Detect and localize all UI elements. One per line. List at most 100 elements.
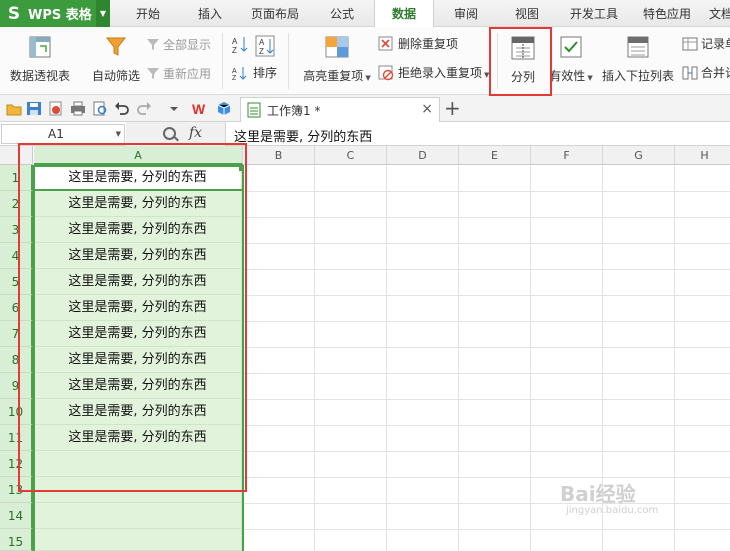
funnel-refresh-icon (146, 67, 160, 81)
column-header-f[interactable]: F (531, 146, 603, 165)
undo-icon[interactable] (114, 101, 130, 116)
document-tab[interactable]: 工作簿1 * × (240, 97, 440, 122)
new-tab-icon[interactable]: + (444, 96, 461, 120)
row-header[interactable]: 1 (0, 165, 33, 191)
record-form-button[interactable]: 记录单 (682, 35, 730, 52)
fill-handle[interactable] (239, 166, 244, 171)
column-header-g[interactable]: G (603, 146, 675, 165)
tab-page-layout[interactable]: 页面布局 (245, 0, 305, 27)
row-header[interactable]: 10 (0, 399, 33, 425)
redo-icon[interactable] (136, 101, 152, 116)
print-icon[interactable] (70, 101, 86, 116)
save-icon[interactable] (26, 101, 42, 116)
customize-dropdown-icon[interactable] (166, 101, 182, 116)
formula-tools (126, 122, 226, 146)
row-header[interactable]: 6 (0, 295, 33, 321)
row-header[interactable]: 3 (0, 217, 33, 243)
tab-view[interactable]: 视图 (505, 0, 549, 27)
autofilter-button[interactable]: 自动筛选 (90, 35, 142, 84)
cube-icon[interactable] (216, 101, 232, 116)
cell-a3[interactable]: 这里是需要, 分列的东西 (34, 217, 242, 243)
cell-a14[interactable] (34, 503, 242, 529)
column-header-d[interactable]: D (387, 146, 459, 165)
highlight-duplicates-button[interactable]: 高亮重复项 ▼ (300, 35, 374, 84)
row-header[interactable]: 2 (0, 191, 33, 217)
tab-home[interactable]: 开始 (126, 0, 170, 27)
gridline (386, 165, 387, 551)
funnel-small-icon (146, 38, 160, 52)
name-box[interactable]: A1 ▼ (1, 124, 125, 144)
tab-review[interactable]: 审阅 (444, 0, 488, 27)
tab-data[interactable]: 数据 (374, 0, 434, 28)
pivot-table-button[interactable]: 数据透视表 (8, 35, 72, 84)
sort-ascending-button[interactable]: AZ (231, 35, 249, 55)
tab-document[interactable]: 文档 (706, 0, 730, 27)
tab-special[interactable]: 特色应用 (636, 0, 698, 27)
reject-duplicates-button[interactable]: 拒绝录入重复项 ▼ (378, 64, 489, 81)
cell-a9[interactable]: 这里是需要, 分列的东西 (34, 373, 242, 399)
merge-calc-label: 合并计 (701, 66, 730, 80)
pivot-table-label: 数据透视表 (9, 69, 70, 83)
row-header[interactable]: 4 (0, 243, 33, 269)
cell-a4[interactable]: 这里是需要, 分列的东西 (34, 243, 242, 269)
validity-button[interactable]: 有效性 ▼ (546, 35, 596, 84)
name-box-dropdown-icon[interactable]: ▼ (116, 125, 121, 143)
show-all-label: 全部显示 (163, 38, 212, 52)
cell-a1[interactable]: 这里是需要, 分列的东西 (34, 165, 242, 191)
gridline (530, 165, 531, 551)
cell-a10[interactable]: 这里是需要, 分列的东西 (34, 399, 242, 425)
zoom-icon[interactable] (163, 127, 176, 140)
merge-calc-button[interactable]: 合并计 (682, 64, 730, 81)
row-header[interactable]: 14 (0, 503, 33, 529)
cell-a7[interactable]: 这里是需要, 分列的东西 (34, 321, 242, 347)
svg-text:Z: Z (232, 46, 237, 55)
cell-a5[interactable]: 这里是需要, 分列的东西 (34, 269, 242, 295)
ribbon-separator (222, 33, 223, 89)
row-header[interactable]: 5 (0, 269, 33, 295)
row-header[interactable]: 11 (0, 425, 33, 451)
cell-a2[interactable]: 这里是需要, 分列的东西 (34, 191, 242, 217)
export-pdf-icon[interactable] (48, 101, 64, 116)
gridline (314, 165, 315, 551)
column-header-h[interactable]: H (675, 146, 730, 165)
sort-descending-button[interactable]: AZ (255, 35, 275, 57)
tab-formula[interactable]: 公式 (320, 0, 364, 27)
cell-a6[interactable]: 这里是需要, 分列的东西 (34, 295, 242, 321)
close-tab-icon[interactable]: × (421, 101, 433, 117)
split-columns-button[interactable]: 分列 (500, 35, 546, 85)
column-header-e[interactable]: E (459, 146, 531, 165)
row-header[interactable]: 8 (0, 347, 33, 373)
validity-icon (559, 35, 583, 59)
cell-a11[interactable]: 这里是需要, 分列的东西 (34, 425, 242, 451)
ribbon-separator (288, 33, 289, 89)
app-menu-button[interactable]: S WPS 表格 (0, 0, 110, 27)
row-header[interactable]: 7 (0, 321, 33, 347)
open-folder-icon[interactable] (6, 101, 22, 116)
row-header[interactable]: 13 (0, 477, 33, 503)
cell-a8[interactable]: 这里是需要, 分列的东西 (34, 347, 242, 373)
row-header[interactable]: 15 (0, 529, 33, 551)
cell-a12[interactable] (34, 451, 242, 477)
insert-function-icon[interactable]: fx (189, 125, 202, 141)
column-header-a[interactable]: A (34, 146, 243, 165)
validity-label: 有效性 ▼ (549, 69, 593, 83)
sort-button[interactable]: AZ 排序 (231, 64, 277, 82)
app-dropdown-arrow-icon[interactable]: ▼ (96, 0, 110, 27)
row-header[interactable]: 12 (0, 451, 33, 477)
reapply-button[interactable]: 重新应用 (146, 65, 211, 82)
column-header-c[interactable]: C (315, 146, 387, 165)
remove-duplicates-button[interactable]: 删除重复项 (378, 35, 458, 52)
wps-w-icon[interactable]: W (192, 101, 208, 117)
formula-content[interactable]: 这里是需要, 分列的东西 (234, 126, 372, 145)
column-header-b[interactable]: B (243, 146, 315, 165)
watermark: Bai经验 jingyan.baidu.com (560, 478, 658, 516)
show-all-button[interactable]: 全部显示 (146, 36, 211, 53)
insert-dropdown-list-button[interactable]: 插入下拉列表 (600, 35, 676, 84)
print-preview-icon[interactable] (92, 101, 108, 116)
cell-a13[interactable] (34, 477, 242, 503)
select-all-corner[interactable] (0, 146, 33, 165)
tab-developer[interactable]: 开发工具 (563, 0, 625, 27)
tab-insert[interactable]: 插入 (188, 0, 232, 27)
row-header[interactable]: 9 (0, 373, 33, 399)
cell-a15[interactable] (34, 529, 242, 551)
